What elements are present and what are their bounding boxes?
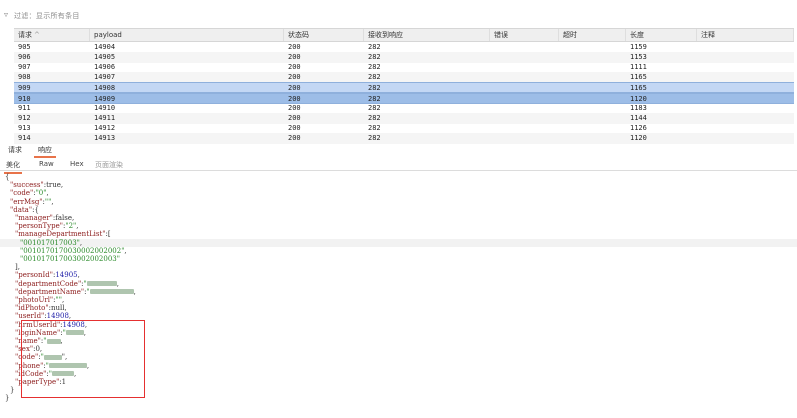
json-key: "manageDepartmentList"	[15, 230, 106, 239]
table-cell: 914	[18, 133, 31, 142]
column-header-length[interactable]: 长度	[626, 29, 697, 41]
json-key: "photoUrl"	[15, 296, 54, 304]
column-header-request[interactable]: 请求 ^	[14, 29, 90, 41]
column-header-label: payload	[94, 31, 122, 39]
json-punctuation: :{	[32, 205, 39, 214]
json-key: "departmentCode"	[15, 279, 82, 288]
filter-bar[interactable]: ▿ 过滤：显示所有条目	[0, 0, 797, 28]
json-punctuation: ,	[61, 296, 65, 304]
table-row[interactable]: 914 14913 200 282 1120	[14, 132, 794, 144]
json-punctuation: ,	[51, 197, 54, 206]
json-string: "001017017003"	[20, 238, 80, 247]
json-key: "data"	[10, 205, 33, 214]
json-punctuation: ,	[116, 279, 119, 288]
view-mode-tabs: 美化 Raw Hex 页面渲染	[0, 158, 797, 174]
tab-render[interactable]: 页面渲染	[95, 160, 123, 170]
column-header-payload[interactable]: payload	[90, 29, 284, 41]
redacted-value	[86, 281, 117, 287]
json-string: "0"	[35, 189, 47, 198]
json-string: "2"	[65, 222, 77, 231]
table-cell: 282	[368, 133, 381, 142]
column-header-label: 注释	[701, 31, 715, 39]
table-header: 请求 ^ payload 状态码 接收到响应 错误 超时 长度 注释	[14, 29, 794, 42]
json-punctuation: :null,	[48, 304, 67, 313]
column-header-label: 状态码	[288, 31, 309, 39]
message-tabs: 请求 响应	[0, 144, 797, 158]
column-header-status[interactable]: 状态码	[284, 29, 364, 41]
column-header-received[interactable]: 接收到响应	[364, 29, 490, 41]
json-key: "errMsg"	[10, 197, 43, 206]
json-punctuation: ],	[15, 263, 20, 272]
tab-hex[interactable]: Hex	[70, 160, 84, 168]
filter-label: 过滤：显示所有条目	[14, 12, 80, 20]
column-header-comment[interactable]: 注释	[697, 29, 794, 41]
tab-pretty[interactable]: 美化	[4, 160, 22, 174]
json-punctuation: :[	[105, 230, 111, 239]
json-punctuation: ,	[46, 189, 49, 198]
json-key: "success"	[10, 181, 44, 190]
column-header-timeout[interactable]: 超时	[559, 29, 626, 41]
json-key: "departmentName"	[15, 287, 85, 296]
column-header-label: 长度	[630, 31, 644, 39]
table-cell: 1120	[630, 133, 647, 142]
json-punctuation: ,	[124, 246, 127, 255]
json-punctuation: :true,	[43, 181, 64, 190]
redacted-value	[89, 289, 134, 295]
column-header-error[interactable]: 错误	[490, 29, 559, 41]
json-string: "0010170170030002002002"	[20, 246, 125, 255]
json-punctuation: }	[5, 394, 10, 403]
column-header-label: 超时	[563, 31, 577, 39]
column-header-label: 接收到响应	[368, 31, 403, 39]
sort-ascending-icon: ^	[34, 31, 40, 39]
table-cell: 200	[288, 133, 301, 142]
column-header-label: 错误	[494, 31, 508, 39]
json-key: "code"	[10, 189, 34, 198]
table-cell: 14913	[94, 133, 116, 142]
highlight-box	[21, 320, 145, 398]
tab-request[interactable]: 请求	[8, 145, 22, 155]
json-key: "personType"	[15, 222, 63, 231]
json-punctuation: ,	[76, 222, 79, 231]
json-number: 14905	[55, 271, 78, 280]
json-key: "idPhoto"	[15, 304, 49, 313]
json-punctuation: ,	[133, 287, 136, 296]
json-key: "personId"	[15, 271, 53, 280]
tab-raw[interactable]: Raw	[39, 160, 54, 168]
json-punctuation: {	[5, 173, 10, 181]
json-punctuation: :false,	[52, 214, 75, 222]
json-key: "manager"	[15, 214, 53, 222]
results-table: 请求 ^ payload 状态码 接收到响应 错误 超时 长度 注释 905 14904 200 28…	[14, 28, 794, 144]
json-punctuation: ,	[79, 238, 83, 247]
json-punctuation: ,	[77, 271, 80, 280]
json-string: "00101701700300200200​3"	[20, 255, 120, 263]
column-header-label: 请求	[18, 31, 32, 39]
funnel-icon[interactable]: ▿	[4, 10, 14, 20]
tab-response[interactable]: 响应	[34, 145, 56, 158]
json-punctuation: }	[10, 386, 15, 395]
